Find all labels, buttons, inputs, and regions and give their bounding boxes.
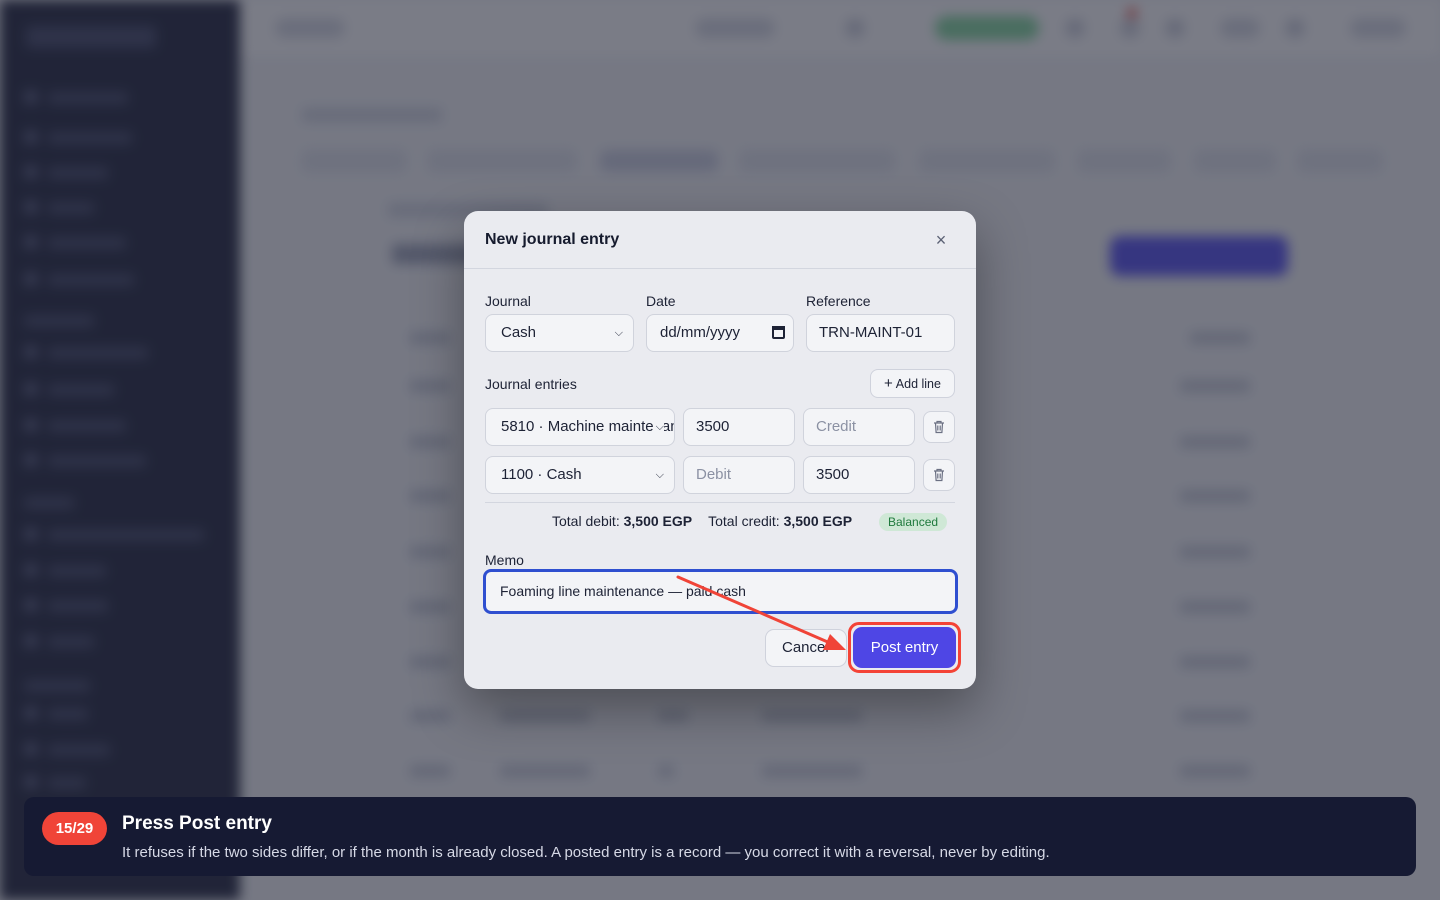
tutorial-text: It refuses if the two sides differ, or i… xyxy=(122,844,1050,861)
chevron-down-icon: ⌵ xyxy=(614,327,623,339)
modal-header: New journal entry × xyxy=(464,211,976,269)
step-counter: 15/29 xyxy=(42,812,107,845)
calendar-icon[interactable] xyxy=(772,326,785,339)
total-credit-label: Total credit: xyxy=(708,513,780,529)
status-badge: Balanced xyxy=(879,513,948,531)
cancel-button[interactable]: Cancel xyxy=(765,629,847,667)
delete-line-button[interactable] xyxy=(923,411,955,443)
total-debit-label: Total debit: xyxy=(552,513,620,529)
reference-value: TRN-MAINT-01 xyxy=(819,324,923,341)
line-debit-field[interactable]: Debit xyxy=(683,456,795,494)
journal-label: Journal xyxy=(485,293,531,309)
add-line-label: Add line xyxy=(895,377,941,391)
date-placeholder: dd/mm/yyyy xyxy=(660,324,741,341)
total-credit-value: 3,500 EGP xyxy=(783,513,853,529)
date-field[interactable]: dd/mm/yyyy xyxy=(646,314,794,352)
journal-select-value: Cash xyxy=(501,324,537,341)
line-account-value: 5810 · Machine maintenance xyxy=(501,418,674,435)
reference-label: Reference xyxy=(806,293,871,309)
delete-line-button[interactable] xyxy=(923,459,955,491)
journal-entry-modal: New journal entry × Journal Date Referen… xyxy=(464,211,976,689)
close-icon[interactable]: × xyxy=(932,231,950,249)
line-debit-placeholder: Debit xyxy=(696,466,732,483)
line-debit-value: 3500 xyxy=(696,418,730,435)
journal-entries-label: Journal entries xyxy=(485,376,577,392)
tutorial-title: Press Post entry xyxy=(122,813,272,834)
chevron-down-icon: ⌵ xyxy=(653,409,664,445)
modal-title: New journal entry xyxy=(485,231,620,248)
memo-label: Memo xyxy=(485,552,524,568)
line-account-select[interactable]: 1100 · Cash ⌵ xyxy=(485,456,675,494)
line-credit-placeholder: Credit xyxy=(816,418,857,435)
add-line-button[interactable]: + Add line xyxy=(870,369,955,398)
divider xyxy=(485,502,955,503)
line-credit-field[interactable]: 3500 xyxy=(803,456,915,494)
reference-field[interactable]: TRN-MAINT-01 xyxy=(806,314,955,352)
line-debit-field[interactable]: 3500 xyxy=(683,408,795,446)
totals-summary: Total debit: 3,500 EGP Total credit: 3,50… xyxy=(552,513,852,529)
journal-select[interactable]: Cash ⌵ xyxy=(485,314,634,352)
plus-icon: + xyxy=(884,375,893,392)
line-account-select[interactable]: 5810 · Machine maintenance ⌵ xyxy=(485,408,675,446)
memo-value: Foaming line maintenance — paid cash xyxy=(500,583,746,599)
line-credit-field[interactable]: Credit xyxy=(803,408,915,446)
tutorial-bar: 15/29 Press Post entry It refuses if the… xyxy=(24,797,1416,876)
total-debit-value: 3,500 EGP xyxy=(623,513,693,529)
post-entry-button[interactable]: Post entry xyxy=(853,627,956,668)
memo-field[interactable]: Foaming line maintenance — paid cash xyxy=(483,569,958,614)
date-label: Date xyxy=(646,293,676,309)
trash-icon xyxy=(934,420,944,434)
line-account-value: 1100 · Cash xyxy=(501,466,582,483)
chevron-down-icon: ⌵ xyxy=(655,469,664,481)
trash-icon xyxy=(934,468,944,482)
line-credit-value: 3500 xyxy=(816,466,850,483)
